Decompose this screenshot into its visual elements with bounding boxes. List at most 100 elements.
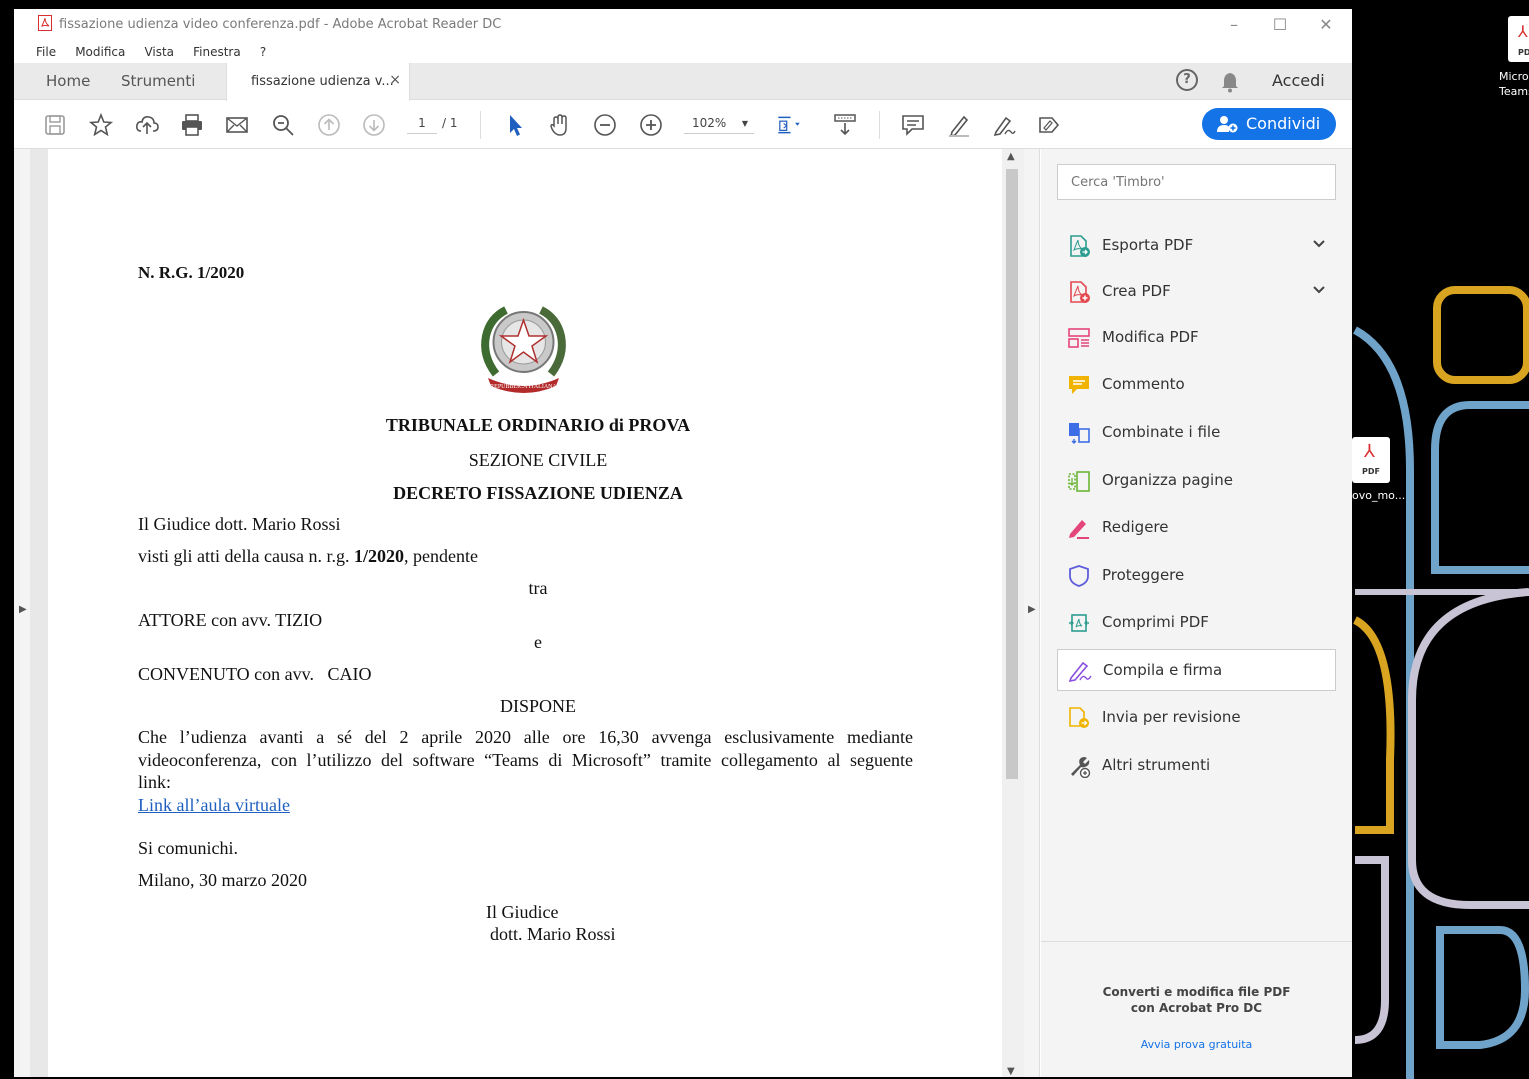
visti-text: visti gli atti della causa n. r.g. — [138, 546, 354, 566]
free-trial-link[interactable]: Avvia prova gratuita — [1041, 1038, 1352, 1051]
compress-pdf-icon — [1069, 614, 1089, 632]
menu-help[interactable]: ? — [260, 41, 266, 63]
close-window-button[interactable]: ✕ — [1306, 13, 1346, 37]
scroll-up-icon[interactable]: ▲ — [1007, 151, 1015, 162]
search-zoom-icon[interactable] — [270, 112, 296, 138]
left-desktop-strip — [0, 0, 14, 1079]
zoom-in-icon[interactable] — [638, 112, 664, 138]
promo-line-2: con Acrobat Pro DC — [1130, 1001, 1263, 1015]
maximize-button[interactable]: ☐ — [1260, 13, 1300, 37]
tool-redigere[interactable]: Redigere — [1057, 507, 1336, 549]
plaintiff-line: ATTORE con avv. TIZIO — [138, 610, 323, 630]
toolbar-divider — [879, 111, 880, 139]
teams-pdf-icon[interactable]: ⅄ PDF — [1508, 16, 1529, 62]
defendant-line: CONVENUTO con avv. CAIO — [138, 664, 372, 684]
upload-cloud-icon[interactable] — [134, 112, 160, 138]
pdf-badge: PDF — [1518, 48, 1529, 57]
court-name: TRIBUNALE ORDINARIO di PROVA — [385, 415, 691, 435]
help-icon[interactable]: ? — [1176, 69, 1198, 91]
bookmark-star-icon[interactable] — [88, 112, 114, 138]
tra-line: tra — [528, 578, 548, 598]
save-icon[interactable] — [42, 112, 68, 138]
tool-combinate-file[interactable]: Combinate i file — [1057, 412, 1336, 454]
toolbar: 1 / 1 102% ▼ Condividi — [14, 101, 1352, 149]
hand-tool-icon[interactable] — [547, 112, 573, 138]
fit-page-icon[interactable] — [776, 112, 802, 138]
desktop-pdf-file-icon[interactable]: ⅄ PDF — [1352, 437, 1390, 483]
chevron-down-icon[interactable] — [1312, 237, 1326, 251]
comment-icon — [1069, 376, 1089, 394]
notifications-bell-icon[interactable] — [1220, 71, 1240, 93]
pdf-glyph-icon: ⅄ — [1518, 22, 1528, 41]
scroll-down-icon[interactable]: ▼ — [1007, 1066, 1015, 1077]
organize-pages-icon — [1068, 471, 1090, 492]
protect-shield-icon — [1069, 565, 1089, 587]
menu-modifica[interactable]: Modifica — [75, 41, 125, 63]
italian-republic-emblem: REPUBBLICA ITALIANA — [481, 306, 566, 393]
tool-invia-revisione[interactable]: Invia per revisione — [1057, 697, 1336, 739]
tool-label: Esporta PDF — [1102, 236, 1194, 254]
tool-crea-pdf[interactable]: Crea PDF — [1057, 271, 1336, 313]
signin-link[interactable]: Accedi — [1272, 71, 1325, 90]
virtual-room-link[interactable]: Link all’aula virtuale — [138, 795, 290, 816]
expand-left-panel-icon: ▶ — [19, 604, 27, 615]
select-pointer-icon[interactable] — [502, 112, 528, 138]
scroll-mode-icon[interactable] — [832, 112, 858, 138]
visti-suffix: , pendente — [403, 546, 478, 566]
sign-pen-icon[interactable] — [991, 112, 1017, 138]
tab-tools[interactable]: Strumenti — [121, 72, 195, 90]
signature-title: Il Giudice — [486, 902, 559, 922]
chevron-down-icon: ▼ — [741, 119, 748, 128]
tool-esporta-pdf[interactable]: Esporta PDF — [1057, 225, 1336, 267]
title-bar: fissazione udienza video conferenza.pdf … — [14, 9, 1352, 41]
tools-search-box[interactable] — [1057, 164, 1336, 200]
tool-organizza-pagine[interactable]: Organizza pagine — [1057, 460, 1336, 502]
page-number-input[interactable]: 1 — [407, 116, 437, 134]
tool-altri-strumenti[interactable]: Altri strumenti — [1057, 745, 1336, 787]
tab-document[interactable]: fissazione udienza v... × — [226, 63, 410, 101]
e-line: e — [534, 632, 542, 652]
print-icon[interactable] — [179, 112, 205, 138]
menu-finestra[interactable]: Finestra — [193, 41, 241, 63]
tool-label: Comprimi PDF — [1102, 613, 1209, 631]
comment-tool-icon[interactable] — [900, 112, 926, 138]
case-number: N. R.G. 1/2020 — [138, 263, 245, 282]
tools-search-input[interactable] — [1058, 165, 1335, 199]
previous-page-icon[interactable] — [316, 112, 342, 138]
tab-bar: Home Strumenti fissazione udienza v... ×… — [14, 63, 1352, 101]
minimize-button[interactable]: – — [1214, 13, 1254, 37]
send-sign-icon[interactable] — [1036, 112, 1062, 138]
menu-file[interactable]: File — [36, 41, 56, 63]
page-total: / 1 — [442, 116, 458, 130]
menu-vista[interactable]: Vista — [144, 41, 174, 63]
tool-commento[interactable]: Commento — [1057, 364, 1336, 406]
left-panel-toggle[interactable]: ▶ — [14, 149, 30, 1077]
tool-comprimi-pdf[interactable]: Comprimi PDF — [1057, 602, 1336, 644]
right-pane-toggle[interactable]: ▶ — [1024, 149, 1040, 1077]
promo-line-1: Converti e modifica file PDF — [1102, 985, 1291, 999]
tool-label: Organizza pagine — [1102, 471, 1233, 489]
tool-modifica-pdf[interactable]: Modifica PDF — [1057, 317, 1336, 359]
tab-home[interactable]: Home — [46, 72, 90, 90]
share-button[interactable]: Condividi — [1202, 108, 1336, 140]
next-page-icon[interactable] — [361, 112, 387, 138]
tool-compila-firma[interactable]: Compila e firma — [1057, 649, 1336, 691]
desktop-icon-label: Teams — [1499, 85, 1529, 98]
chevron-down-icon[interactable] — [1312, 283, 1326, 297]
redact-icon — [1069, 520, 1089, 539]
close-tab-icon[interactable]: × — [389, 72, 401, 88]
email-icon[interactable] — [224, 112, 250, 138]
signature-name: dott. Mario Rossi — [490, 924, 616, 944]
tool-proteggere[interactable]: Proteggere — [1057, 555, 1336, 597]
edit-pdf-icon — [1068, 328, 1090, 348]
scrollbar-thumb[interactable] — [1006, 169, 1018, 779]
acrobat-app-icon — [38, 15, 52, 31]
tool-label: Invia per revisione — [1102, 708, 1241, 726]
tool-label: Crea PDF — [1102, 282, 1171, 300]
zoom-out-icon[interactable] — [592, 112, 618, 138]
vertical-scrollbar[interactable]: ▲ ▼ — [1002, 149, 1024, 1077]
zoom-select[interactable]: 102% ▼ — [684, 116, 754, 134]
desktop-icon-label: Micro — [1499, 70, 1529, 83]
more-tools-icon — [1071, 757, 1091, 778]
highlight-pen-icon[interactable] — [946, 112, 972, 138]
